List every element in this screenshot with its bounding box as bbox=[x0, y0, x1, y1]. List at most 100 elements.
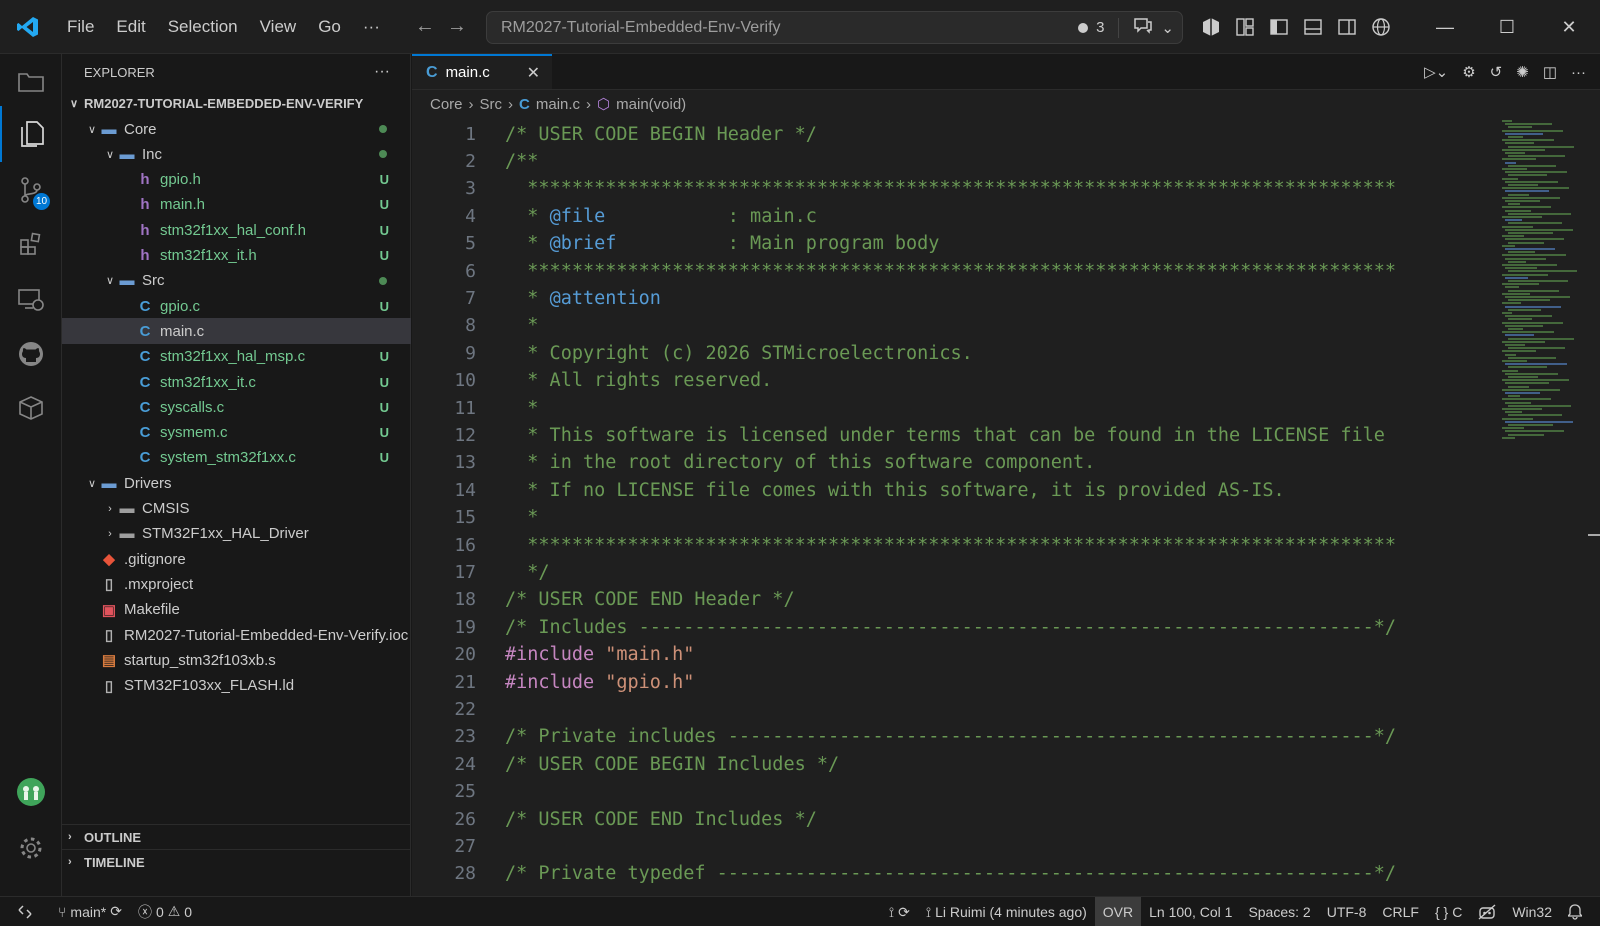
line-number: 22 bbox=[454, 698, 476, 720]
close-window-icon[interactable]: ✕ bbox=[1538, 0, 1600, 54]
maximize-icon[interactable]: ☐ bbox=[1476, 0, 1538, 54]
tree-item[interactable]: h gpio.h U bbox=[62, 167, 411, 193]
tree-item[interactable]: Cmain.c bbox=[62, 318, 411, 345]
minimap-line bbox=[1508, 184, 1538, 186]
line-endings[interactable]: CRLF bbox=[1374, 897, 1427, 926]
line-number: 19 bbox=[454, 616, 476, 638]
tree-item[interactable]: › ▬ CMSIS bbox=[62, 496, 411, 522]
code-line: 18 /* USER CODE END Header */ bbox=[412, 586, 794, 614]
toggle-primary-sidebar-icon[interactable] bbox=[1268, 16, 1290, 38]
extensions-icon[interactable] bbox=[0, 216, 62, 272]
tree-item[interactable]: h stm32f1xx_it.h U bbox=[62, 243, 411, 269]
minimize-icon[interactable]: — bbox=[1414, 0, 1476, 54]
menu-selection[interactable]: Selection bbox=[157, 17, 249, 37]
outline-section[interactable]: › OUTLINE bbox=[62, 824, 411, 849]
breadcrumb-core[interactable]: Core bbox=[430, 96, 463, 113]
tree-item[interactable]: ▯ STM32F103xx_FLASH.ld bbox=[62, 673, 411, 699]
tree-item[interactable]: ∨ ▬ Drivers bbox=[62, 470, 411, 496]
workspace-root[interactable]: ∨ RM2027-TUTORIAL-EMBEDDED-ENV-VERIFY bbox=[62, 90, 411, 116]
split-editor-icon[interactable]: ◫ bbox=[1543, 63, 1557, 81]
toggle-panel-icon[interactable] bbox=[1302, 16, 1324, 38]
problems-indicator[interactable]: ⓧ 0 ⚠ 0 bbox=[130, 897, 200, 926]
copilot-status-icon[interactable] bbox=[1470, 897, 1504, 926]
minimap-line bbox=[1505, 171, 1567, 174]
remote-indicator-icon[interactable] bbox=[0, 897, 50, 926]
minimap[interactable] bbox=[1502, 120, 1578, 450]
chat-icon[interactable] bbox=[1133, 17, 1153, 39]
tab-main-c[interactable]: C main.c ✕ bbox=[412, 54, 552, 89]
timeline-sync[interactable]: ⟟ ⟳ bbox=[881, 897, 918, 926]
menu-view[interactable]: View bbox=[249, 17, 308, 37]
tree-item[interactable]: ∨ ▬ Core bbox=[62, 116, 411, 142]
more-actions-icon[interactable]: ··· bbox=[1571, 64, 1586, 81]
github-icon[interactable] bbox=[0, 326, 62, 382]
folder-icon[interactable] bbox=[0, 54, 62, 110]
tree-item[interactable]: ◆ .gitignore bbox=[62, 546, 411, 572]
timeline-section[interactable]: › TIMELINE bbox=[62, 849, 411, 874]
breadcrumb-symbol[interactable]: main(void) bbox=[616, 96, 686, 113]
command-center[interactable]: RM2027-Tutorial-Embedded-Env-Verify 3 ⌄ bbox=[486, 11, 1183, 44]
code-editor[interactable]: 1/* USER CODE BEGIN Header */2/** 3 *****… bbox=[412, 120, 1542, 896]
tree-item[interactable]: h stm32f1xx_hal_conf.h U bbox=[62, 217, 411, 243]
gear-icon[interactable]: ⚙ bbox=[1462, 63, 1475, 81]
tree-item[interactable]: Cgpio.c U bbox=[62, 293, 411, 319]
c-file-icon: C bbox=[139, 322, 151, 340]
overwrite-mode[interactable]: OVR bbox=[1094, 897, 1142, 926]
forward-arrow-icon[interactable]: → bbox=[447, 15, 467, 38]
package-icon[interactable] bbox=[0, 380, 62, 436]
customize-layout-icon[interactable] bbox=[1234, 16, 1256, 38]
outline-label: OUTLINE bbox=[84, 829, 142, 845]
tree-item[interactable]: ∨ ▬ Inc bbox=[62, 141, 411, 167]
tab-label: main.c bbox=[445, 64, 490, 81]
chevron-down-icon[interactable]: ⌄ bbox=[1161, 19, 1174, 37]
tree-item[interactable]: ∨ ▬ Src bbox=[62, 268, 411, 294]
globe-icon[interactable] bbox=[1370, 16, 1392, 38]
title-bar: File Edit Selection View Go ··· ← → RM20… bbox=[0, 0, 1600, 54]
notifications-bell-icon[interactable] bbox=[1560, 897, 1600, 926]
git-blame[interactable]: ⟟ Li Ruimi (4 minutes ago) bbox=[918, 897, 1095, 926]
makefile-icon: ▣ bbox=[101, 601, 117, 619]
menu-file[interactable]: File bbox=[56, 17, 105, 37]
menu-more[interactable]: ··· bbox=[352, 17, 391, 37]
explorer-files-icon[interactable] bbox=[0, 106, 62, 162]
toggle-secondary-sidebar-icon[interactable] bbox=[1336, 16, 1358, 38]
vertical-scrollbar[interactable] bbox=[1586, 120, 1600, 896]
tree-item[interactable]: Csystem_stm32f1xx.c U bbox=[62, 445, 411, 471]
menu-edit[interactable]: Edit bbox=[105, 17, 156, 37]
minimap-line bbox=[1508, 241, 1544, 244]
source-control-icon[interactable]: 10 bbox=[0, 162, 62, 218]
tree-item[interactable]: h main.h U bbox=[62, 192, 411, 218]
back-arrow-icon[interactable]: ← bbox=[415, 15, 435, 38]
close-tab-icon[interactable]: ✕ bbox=[527, 63, 540, 83]
tree-item[interactable]: Cstm32f1xx_hal_msp.c U bbox=[62, 344, 411, 370]
branch-indicator[interactable]: ⑂ main* ⟳ bbox=[50, 897, 130, 926]
openai-icon[interactable]: ✺ bbox=[1516, 63, 1529, 81]
indentation[interactable]: Spaces: 2 bbox=[1240, 897, 1318, 926]
tree-item[interactable]: › ▬ STM32F1xx_HAL_Driver bbox=[62, 521, 411, 547]
menu-go[interactable]: Go bbox=[307, 17, 352, 37]
tree-item[interactable]: Cstm32f1xx_it.c U bbox=[62, 369, 411, 395]
breadcrumb-src[interactable]: Src bbox=[480, 96, 503, 113]
explorer-more-icon[interactable]: ··· bbox=[374, 63, 390, 81]
platform[interactable]: Win32 bbox=[1504, 897, 1560, 926]
workspace-root-label: RM2027-TUTORIAL-EMBEDDED-ENV-VERIFY bbox=[84, 95, 364, 111]
account-avatar[interactable] bbox=[0, 764, 62, 820]
line-text: * This software is licensed under terms … bbox=[505, 424, 1385, 446]
run-debug-icon[interactable]: ▷⌄ bbox=[1424, 63, 1448, 81]
tree-item[interactable]: ▯ .mxproject bbox=[62, 571, 411, 597]
encoding[interactable]: UTF-8 bbox=[1319, 897, 1375, 926]
tree-item[interactable]: ▣ Makefile bbox=[62, 597, 411, 623]
remote-explorer-icon[interactable] bbox=[0, 272, 62, 328]
cursor-position[interactable]: Ln 100, Col 1 bbox=[1141, 897, 1240, 926]
settings-gear-icon[interactable] bbox=[0, 820, 62, 876]
minimap-line bbox=[1508, 193, 1529, 196]
copilot-icon[interactable] bbox=[1200, 16, 1222, 38]
line-text: * All rights reserved. bbox=[505, 370, 773, 392]
tree-item[interactable]: Csyscalls.c U bbox=[62, 394, 411, 420]
tree-item[interactable]: ▤ startup_stm32f103xb.s bbox=[62, 647, 411, 673]
language-mode[interactable]: { } C bbox=[1427, 897, 1470, 926]
tree-item[interactable]: ▯ RM2027-Tutorial-Embedded-Env-Verify.ioc bbox=[62, 622, 411, 648]
breadcrumb-file[interactable]: main.c bbox=[536, 96, 580, 113]
history-icon[interactable]: ↺ bbox=[1490, 63, 1503, 81]
tree-item[interactable]: Csysmem.c U bbox=[62, 420, 411, 446]
